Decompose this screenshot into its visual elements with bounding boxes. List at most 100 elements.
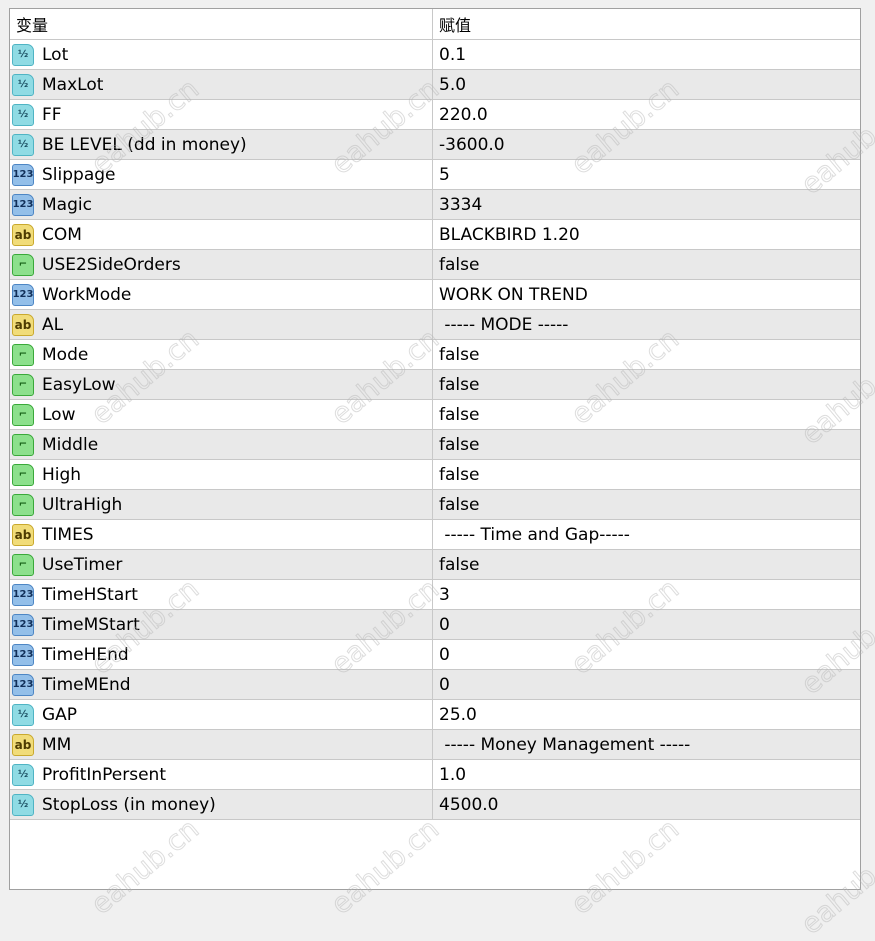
- table-row[interactable]: 123 TimeMStart 0: [10, 610, 860, 640]
- variable-name: TimeHStart: [42, 584, 138, 605]
- bool-type-icon: ⌐: [12, 253, 34, 276]
- table-row[interactable]: ½ StopLoss (in money) 4500.0: [10, 790, 860, 820]
- int-type-icon: 123: [12, 283, 34, 306]
- variable-name: BE LEVEL (dd in money): [42, 134, 247, 155]
- value-cell[interactable]: 0: [433, 670, 860, 699]
- variable-name: ProfitInPersent: [42, 764, 166, 785]
- int-type-icon: 123: [12, 673, 34, 696]
- variable-name: TimeMStart: [42, 614, 140, 635]
- value-cell[interactable]: -3600.0: [433, 130, 860, 159]
- double-type-icon: ½: [12, 133, 34, 156]
- value-cell[interactable]: 4500.0: [433, 790, 860, 819]
- bool-type-icon: ⌐: [12, 373, 34, 396]
- value-cell[interactable]: ----- MODE -----: [433, 310, 860, 339]
- table-row[interactable]: 123 TimeHEnd 0: [10, 640, 860, 670]
- table-row[interactable]: ab COM BLACKBIRD 1.20: [10, 220, 860, 250]
- value-cell[interactable]: false: [433, 340, 860, 369]
- bool-type-icon: ⌐: [12, 493, 34, 516]
- value-cell[interactable]: 5.0: [433, 70, 860, 99]
- value-cell[interactable]: false: [433, 490, 860, 519]
- value-cell[interactable]: false: [433, 430, 860, 459]
- table-row[interactable]: 123 Magic 3334: [10, 190, 860, 220]
- table-row[interactable]: 123 WorkMode WORK ON TREND: [10, 280, 860, 310]
- table-row[interactable]: ½ ProfitInPersent 1.0: [10, 760, 860, 790]
- table-row[interactable]: ab MM ----- Money Management -----: [10, 730, 860, 760]
- column-header-value[interactable]: 赋值: [433, 9, 860, 39]
- table-row[interactable]: ⌐ UseTimer false: [10, 550, 860, 580]
- table-row[interactable]: ab TIMES ----- Time and Gap-----: [10, 520, 860, 550]
- table-row[interactable]: ⌐ Mode false: [10, 340, 860, 370]
- table-row[interactable]: 123 TimeHStart 3: [10, 580, 860, 610]
- double-type-icon: ½: [12, 43, 34, 66]
- string-type-icon: ab: [12, 223, 34, 246]
- value-cell[interactable]: 3: [433, 580, 860, 609]
- table-row[interactable]: ⌐ EasyLow false: [10, 370, 860, 400]
- table-row[interactable]: ⌐ High false: [10, 460, 860, 490]
- variable-cell: ⌐ Mode: [10, 340, 433, 369]
- int-type-icon: 123: [12, 583, 34, 606]
- variable-name: TimeMEnd: [42, 674, 131, 695]
- table-row[interactable]: ½ FF 220.0: [10, 100, 860, 130]
- value-cell[interactable]: BLACKBIRD 1.20: [433, 220, 860, 249]
- variable-name: UseTimer: [42, 554, 123, 575]
- string-type-icon: ab: [12, 313, 34, 336]
- value-cell[interactable]: 0.1: [433, 40, 860, 69]
- bool-type-icon: ⌐: [12, 403, 34, 426]
- variable-cell: ab MM: [10, 730, 433, 759]
- value-cell[interactable]: 3334: [433, 190, 860, 219]
- value-cell[interactable]: ----- Money Management -----: [433, 730, 860, 759]
- variable-name: StopLoss (in money): [42, 794, 216, 815]
- variable-name: EasyLow: [42, 374, 116, 395]
- variable-name: Mode: [42, 344, 89, 365]
- variable-cell: ab AL: [10, 310, 433, 339]
- bool-type-icon: ⌐: [12, 553, 34, 576]
- table-row[interactable]: ½ BE LEVEL (dd in money) -3600.0: [10, 130, 860, 160]
- double-type-icon: ½: [12, 73, 34, 96]
- string-type-icon: ab: [12, 733, 34, 756]
- value-cell[interactable]: false: [433, 370, 860, 399]
- value-cell[interactable]: 0: [433, 610, 860, 639]
- variable-name: MM: [42, 734, 72, 755]
- bool-type-icon: ⌐: [12, 463, 34, 486]
- value-cell[interactable]: 1.0: [433, 760, 860, 789]
- table-row[interactable]: ⌐ Middle false: [10, 430, 860, 460]
- variable-name: AL: [42, 314, 64, 335]
- value-cell[interactable]: false: [433, 250, 860, 279]
- value-cell[interactable]: false: [433, 400, 860, 429]
- value-cell[interactable]: 5: [433, 160, 860, 189]
- variable-name: USE2SideOrders: [42, 254, 181, 275]
- double-type-icon: ½: [12, 763, 34, 786]
- value-cell[interactable]: 25.0: [433, 700, 860, 729]
- variable-name: Slippage: [42, 164, 116, 185]
- table-row[interactable]: ⌐ USE2SideOrders false: [10, 250, 860, 280]
- double-type-icon: ½: [12, 103, 34, 126]
- table-row[interactable]: ab AL ----- MODE -----: [10, 310, 860, 340]
- variable-cell: ½ BE LEVEL (dd in money): [10, 130, 433, 159]
- column-header-variable[interactable]: 变量: [10, 9, 433, 39]
- table-row[interactable]: 123 Slippage 5: [10, 160, 860, 190]
- inputs-table: 变量 赋值 ½ Lot 0.1 ½ MaxLot 5.0 ½ FF 220.0 ½ BE LEVEL…: [9, 8, 861, 890]
- variable-name: WorkMode: [42, 284, 132, 305]
- variable-cell: 123 Slippage: [10, 160, 433, 189]
- table-row[interactable]: ½ GAP 25.0: [10, 700, 860, 730]
- table-row[interactable]: ½ Lot 0.1: [10, 40, 860, 70]
- table-row[interactable]: ⌐ UltraHigh false: [10, 490, 860, 520]
- value-cell[interactable]: false: [433, 550, 860, 579]
- variable-cell: ⌐ Middle: [10, 430, 433, 459]
- value-cell[interactable]: false: [433, 460, 860, 489]
- int-type-icon: 123: [12, 163, 34, 186]
- table-row[interactable]: ⌐ Low false: [10, 400, 860, 430]
- string-type-icon: ab: [12, 523, 34, 546]
- double-type-icon: ½: [12, 703, 34, 726]
- value-cell[interactable]: WORK ON TREND: [433, 280, 860, 309]
- value-cell[interactable]: ----- Time and Gap-----: [433, 520, 860, 549]
- variable-cell: 123 TimeHEnd: [10, 640, 433, 669]
- table-row[interactable]: 123 TimeMEnd 0: [10, 670, 860, 700]
- value-cell[interactable]: 0: [433, 640, 860, 669]
- table-row[interactable]: ½ MaxLot 5.0: [10, 70, 860, 100]
- value-cell[interactable]: 220.0: [433, 100, 860, 129]
- variable-name: Low: [42, 404, 76, 425]
- variable-name: Magic: [42, 194, 92, 215]
- variable-cell: 123 TimeMEnd: [10, 670, 433, 699]
- variable-cell: ½ StopLoss (in money): [10, 790, 433, 819]
